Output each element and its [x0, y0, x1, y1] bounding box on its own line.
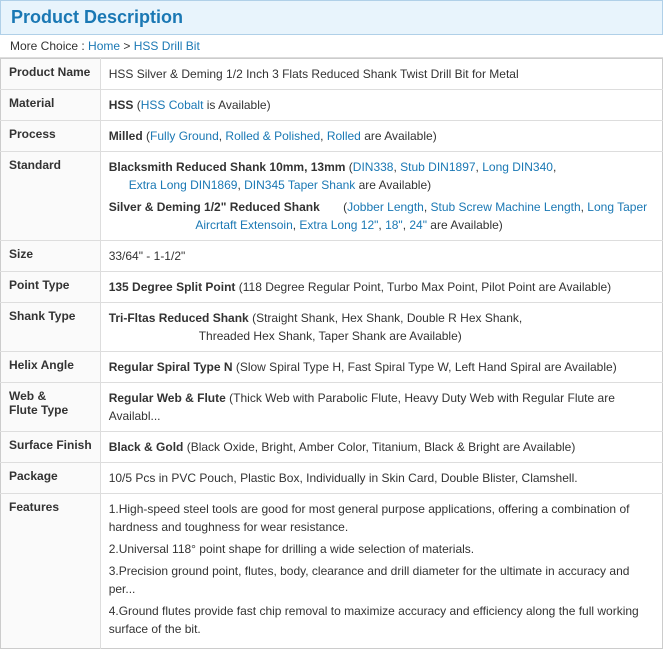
web-flute-value: Regular Web & Flute [109, 391, 226, 405]
product-name-text: HSS Silver & Deming 1/2 Inch 3 Flats Red… [109, 67, 519, 81]
feature-item-1: 1.High-speed steel tools are good for mo… [109, 500, 654, 536]
standard-line-1: Blacksmith Reduced Shank 10mm, 13mm (DIN… [109, 158, 654, 194]
table-row: Material HSS (HSS Cobalt is Available) [1, 90, 663, 121]
material-extra: (HSS Cobalt is Available) [137, 98, 271, 112]
feature-text-4: 4.Ground flutes provide fast chip remova… [109, 604, 639, 636]
18-link[interactable]: 18" [385, 218, 403, 232]
feature-text-1: 1.High-speed steel tools are good for mo… [109, 502, 630, 534]
label-web-flute: Web &Flute Type [1, 383, 101, 432]
package-text: 10/5 Pcs in PVC Pouch, Plastic Box, Indi… [109, 471, 578, 485]
table-row: Size 33/64" - 1-1/2" [1, 241, 663, 272]
breadcrumb: More Choice : Home > HSS Drill Bit [0, 35, 663, 58]
hss-cobalt-link[interactable]: HSS Cobalt [141, 98, 204, 112]
label-package: Package [1, 463, 101, 494]
product-table: Product Name HSS Silver & Deming 1/2 Inc… [0, 58, 663, 649]
long-din340-link[interactable]: Long DIN340 [482, 160, 553, 174]
long-taper-link[interactable]: Long Taper [587, 200, 647, 214]
label-product-name: Product Name [1, 59, 101, 90]
table-row: Features 1.High-speed steel tools are go… [1, 494, 663, 649]
din338-link[interactable]: DIN338 [353, 160, 394, 174]
process-extra: (Fully Ground, Rolled & Polished, Rolled… [146, 129, 437, 143]
breadcrumb-home[interactable]: Home [88, 39, 120, 53]
table-row: Point Type 135 Degree Split Point (118 D… [1, 272, 663, 303]
value-material: HSS (HSS Cobalt is Available) [100, 90, 662, 121]
surface-finish-extra: (Black Oxide, Bright, Amber Color, Titan… [187, 440, 576, 454]
point-type-value: 135 Degree Split Point [109, 280, 236, 294]
label-helix-angle: Helix Angle [1, 352, 101, 383]
label-process: Process [1, 121, 101, 152]
stub-din1897-link[interactable]: Stub DIN1897 [400, 160, 475, 174]
value-point-type: 135 Degree Split Point (118 Degree Regul… [100, 272, 662, 303]
value-helix-angle: Regular Spiral Type N (Slow Spiral Type … [100, 352, 662, 383]
point-type-extra: (118 Degree Regular Point, Turbo Max Poi… [239, 280, 611, 294]
rolled-polished-link[interactable]: Rolled & Polished [225, 129, 320, 143]
size-text: 33/64" - 1-1/2" [109, 249, 186, 263]
aircrtaft-ext-link[interactable]: Aircrtaft Extensoin [195, 218, 292, 232]
value-package: 10/5 Pcs in PVC Pouch, Plastic Box, Indi… [100, 463, 662, 494]
helix-extra: (Slow Spiral Type H, Fast Spiral Type W,… [236, 360, 617, 374]
value-shank-type: Tri-Fltas Reduced Shank (Straight Shank,… [100, 303, 662, 352]
extra-long-din1869-link[interactable]: Extra Long DIN1869 [129, 178, 238, 192]
shank-type-value: Tri-Fltas Reduced Shank [109, 311, 249, 325]
header-title: Product Description [11, 7, 183, 27]
surface-finish-value: Black & Gold [109, 440, 184, 454]
breadcrumb-category[interactable]: HSS Drill Bit [134, 39, 200, 53]
feature-item-3: 3.Precision ground point, flutes, body, … [109, 562, 654, 598]
value-process: Milled (Fully Ground, Rolled & Polished,… [100, 121, 662, 152]
label-surface-finish: Surface Finish [1, 432, 101, 463]
feature-item-2: 2.Universal 118° point shape for drillin… [109, 540, 654, 558]
jobber-length-link[interactable]: Jobber Length [347, 200, 424, 214]
label-features: Features [1, 494, 101, 649]
features-list: 1.High-speed steel tools are good for mo… [109, 500, 654, 638]
label-shank-type: Shank Type [1, 303, 101, 352]
table-row: Shank Type Tri-Fltas Reduced Shank (Stra… [1, 303, 663, 352]
helix-value: Regular Spiral Type N [109, 360, 233, 374]
label-material: Material [1, 90, 101, 121]
label-point-type: Point Type [1, 272, 101, 303]
table-row: Process Milled (Fully Ground, Rolled & P… [1, 121, 663, 152]
table-row: Web &Flute Type Regular Web & Flute (Thi… [1, 383, 663, 432]
feature-text-3: 3.Precision ground point, flutes, body, … [109, 564, 630, 596]
value-size: 33/64" - 1-1/2" [100, 241, 662, 272]
value-product-name: HSS Silver & Deming 1/2 Inch 3 Flats Red… [100, 59, 662, 90]
product-description-header: Product Description [0, 0, 663, 35]
label-size: Size [1, 241, 101, 272]
material-value: HSS [109, 98, 134, 112]
table-row: Product Name HSS Silver & Deming 1/2 Inc… [1, 59, 663, 90]
din345-link[interactable]: DIN345 Taper Shank [244, 178, 355, 192]
value-standard: Blacksmith Reduced Shank 10mm, 13mm (DIN… [100, 152, 662, 241]
table-row: Helix Angle Regular Spiral Type N (Slow … [1, 352, 663, 383]
table-row: Surface Finish Black & Gold (Black Oxide… [1, 432, 663, 463]
fully-ground-link[interactable]: Fully Ground [150, 129, 219, 143]
breadcrumb-prefix: More Choice : [10, 39, 85, 53]
extra-long-12-link[interactable]: Extra Long 12" [299, 218, 378, 232]
value-surface-finish: Black & Gold (Black Oxide, Bright, Amber… [100, 432, 662, 463]
standard-silver-deming: Silver & Deming 1/2" Reduced Shank [109, 200, 320, 214]
feature-text-2: 2.Universal 118° point shape for drillin… [109, 542, 474, 556]
process-value: Milled [109, 129, 143, 143]
table-row: Standard Blacksmith Reduced Shank 10mm, … [1, 152, 663, 241]
standard-line-2: Silver & Deming 1/2" Reduced Shank (Jobb… [109, 198, 654, 234]
breadcrumb-separator: > [123, 39, 130, 53]
standard-blacksmith: Blacksmith Reduced Shank 10mm, 13mm [109, 160, 346, 174]
label-standard: Standard [1, 152, 101, 241]
table-row: Package 10/5 Pcs in PVC Pouch, Plastic B… [1, 463, 663, 494]
value-web-flute: Regular Web & Flute (Thick Web with Para… [100, 383, 662, 432]
24-link[interactable]: 24" [409, 218, 427, 232]
rolled-link[interactable]: Rolled [327, 129, 361, 143]
feature-item-4: 4.Ground flutes provide fast chip remova… [109, 602, 654, 638]
value-features: 1.High-speed steel tools are good for mo… [100, 494, 662, 649]
stub-screw-link[interactable]: Stub Screw Machine Length [431, 200, 581, 214]
